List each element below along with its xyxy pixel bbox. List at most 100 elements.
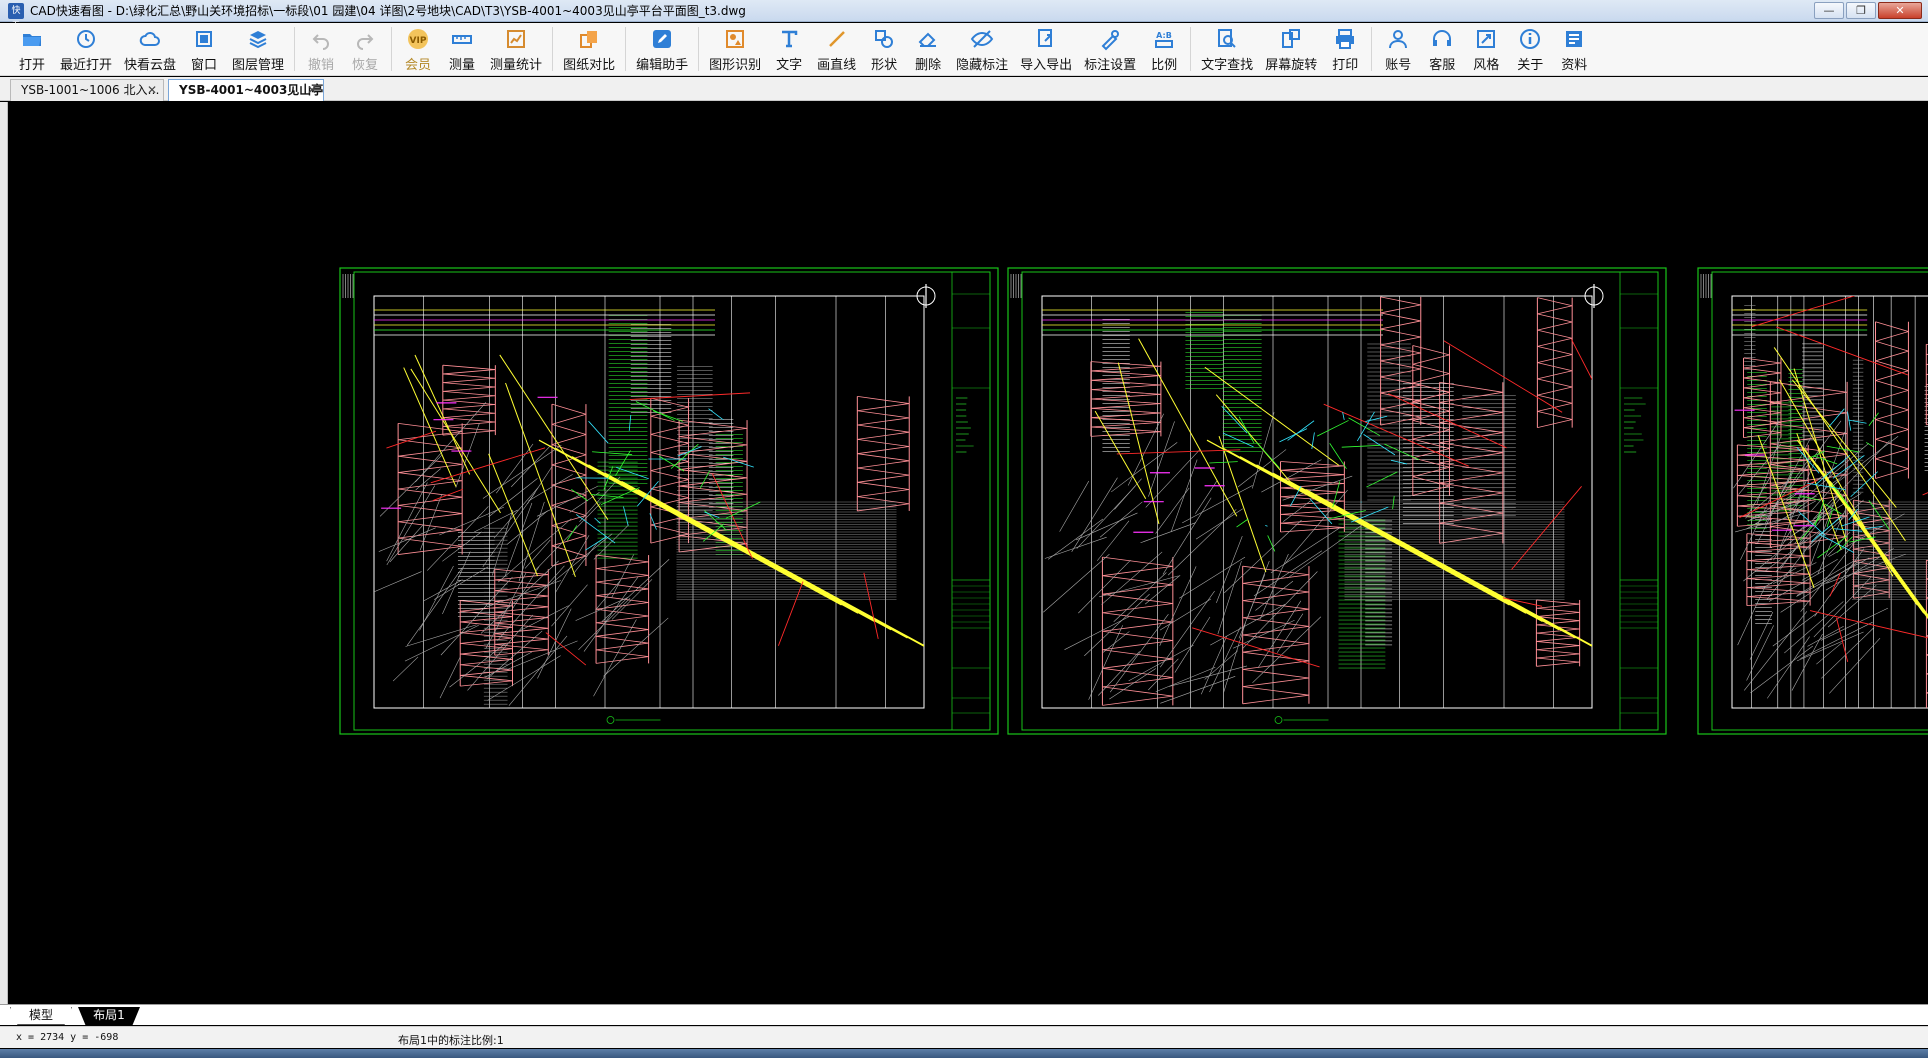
cad-line [1536, 611, 1580, 617]
cad-line [1817, 510, 1846, 575]
toolbar-separator [552, 27, 554, 71]
cad-line [1348, 417, 1381, 436]
tab-close-icon[interactable]: ✕ [307, 80, 317, 100]
toolbar-hide-marks-button[interactable]: 隐藏标注 [950, 23, 1014, 76]
cad-line [1323, 403, 1469, 467]
view-label-marker [606, 716, 615, 724]
toolbar-vip-button[interactable]: VIP 会员 [396, 23, 440, 76]
close-button[interactable]: ✕ [1878, 2, 1922, 19]
cad-line [1875, 340, 1909, 352]
cad-line [374, 571, 422, 593]
cad-line [670, 443, 699, 469]
cad-line [494, 606, 549, 613]
maximize-button[interactable]: ❐ [1846, 2, 1876, 19]
toolbar-edit-assist-button[interactable]: 编辑助手 [630, 23, 694, 76]
toolbar-separator [1371, 27, 1373, 71]
annotation-scale-text: 布局1中的标注比例:1 [398, 1034, 504, 1047]
cad-line [1772, 612, 1818, 647]
cad-line [527, 465, 553, 505]
cad-line [679, 469, 748, 479]
tab-model[interactable]: 模型 [10, 1007, 72, 1025]
cad-line [415, 402, 487, 483]
cad-line [1090, 421, 1161, 428]
window-title: CAD快速看图 - D:\绿化汇总\野山关环境招标\一标段\01 园建\04 详… [30, 4, 746, 18]
toolbar-cloud-button[interactable]: 快看云盘 [118, 23, 182, 76]
toolbar-compare-button[interactable]: 图纸对比 [557, 23, 621, 76]
cad-line [1875, 458, 1909, 470]
cad-line [1170, 459, 1198, 533]
tab-layout1[interactable]: 布局1 [78, 1007, 140, 1025]
cad-line [1272, 472, 1576, 639]
cad-line [1537, 354, 1573, 364]
cad-line [1287, 523, 1365, 579]
cad-line [1215, 394, 1294, 486]
toolbar-text-button[interactable]: 文字 [767, 23, 811, 76]
cad-line [1242, 669, 1309, 679]
toolbar-support-button[interactable]: 客服 [1420, 23, 1464, 76]
cad-line [1737, 587, 1765, 646]
plan-drawing-group [374, 296, 924, 708]
tab-ysb-1001[interactable]: YSB-1001~1006 北入… ✕ [10, 79, 164, 101]
toolbar-resources-button[interactable]: 资料 [1552, 23, 1596, 76]
toolbar-print-button[interactable]: 打印 [1323, 23, 1367, 76]
cad-line [1390, 459, 1408, 465]
cad-line [1875, 468, 1909, 479]
toolbar-undo-button[interactable]: 撤销 [299, 23, 343, 76]
toolbar-measure-stats-button[interactable]: 测量统计 [484, 23, 548, 76]
toolbar-measure-button[interactable]: 测量 [440, 23, 484, 76]
cad-line [857, 503, 910, 512]
cad-line [1412, 485, 1450, 496]
cad-line [596, 608, 649, 617]
cad-line [487, 655, 561, 701]
tab-ysb-4001[interactable]: YSB-4001~4003见山亭· ✕ [168, 79, 324, 101]
cad-line [398, 521, 463, 531]
eye-off-icon [970, 27, 994, 51]
cad-line [1247, 560, 1270, 618]
cad-rect [339, 267, 999, 735]
toolbar-label: 测量统计 [490, 58, 543, 73]
cad-line [1875, 429, 1909, 440]
cad-line [1922, 492, 1928, 496]
toolbar-open-button[interactable]: 打开 [10, 23, 54, 76]
toolbar-line-button[interactable]: 画直线 [811, 23, 862, 76]
toolbar-separator [625, 27, 627, 71]
toolbar-shape-button[interactable]: 形状 [862, 23, 906, 76]
cad-line [1084, 593, 1150, 657]
cad-line [1809, 610, 1928, 639]
folder-icon [20, 27, 44, 51]
toolbar-style-button[interactable]: 风格 [1464, 23, 1508, 76]
toolbar-layers-button[interactable]: 图层管理 [226, 23, 290, 76]
toolbar-scale-button[interactable]: A:B 比例 [1142, 23, 1186, 76]
toolbar-window-button[interactable]: 窗口 [182, 23, 226, 76]
cad-line [555, 535, 590, 594]
toolbar-erase-button[interactable]: 删除 [906, 23, 950, 76]
cad-line [1223, 447, 1527, 614]
toolbar-shape-recog-button[interactable]: 图形识别 [703, 23, 767, 76]
toolbar-account-button[interactable]: 账号 [1376, 23, 1420, 76]
cad-line [1090, 379, 1161, 386]
cad-line [1537, 345, 1573, 355]
tab-close-icon[interactable]: ✕ [147, 80, 157, 100]
plan-drawing-group [1732, 296, 1928, 708]
toolbar-recent-button[interactable]: 最近打开 [54, 23, 118, 76]
toolbar-import-export-button[interactable]: 导入导出 [1014, 23, 1078, 76]
toolbar-about-button[interactable]: 关于 [1508, 23, 1552, 76]
toolbar-rotate-button[interactable]: 屏幕旋转 [1259, 23, 1323, 76]
cad-line [1743, 357, 1782, 364]
cad-line [1536, 599, 1580, 605]
edit-assist-icon [650, 27, 674, 51]
toolbar-redo-button[interactable]: 恢复 [343, 23, 387, 76]
cad-line [1238, 416, 1255, 444]
cad-line [857, 417, 910, 426]
cad-line [519, 605, 569, 632]
svg-text:A:B: A:B [1156, 31, 1172, 40]
cad-line [442, 373, 496, 379]
cad-line [427, 506, 489, 571]
drawing-canvas[interactable] [8, 102, 1928, 1004]
cad-line [1109, 613, 1169, 693]
toolbar-label: 最近打开 [60, 58, 113, 73]
toolbar-mark-settings-button[interactable]: 标注设置 [1078, 23, 1142, 76]
toolbar-text-search-button[interactable]: 文字查找 [1195, 23, 1259, 76]
cad-line [1751, 296, 1856, 328]
minimize-button[interactable]: — [1814, 2, 1844, 19]
